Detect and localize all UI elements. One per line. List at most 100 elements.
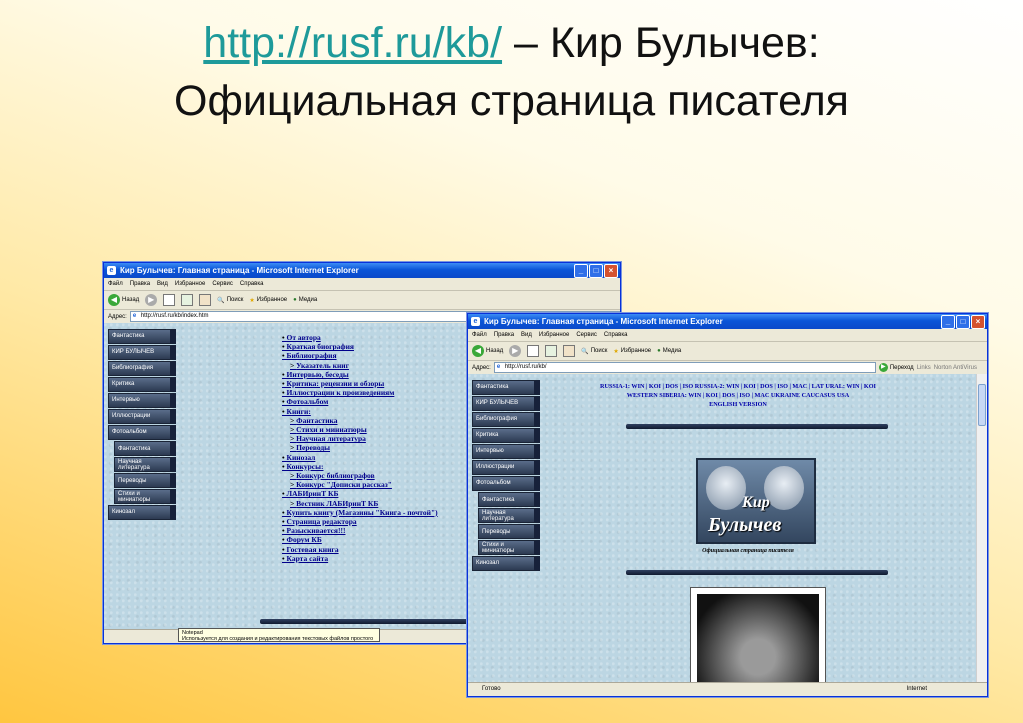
site-link-11[interactable]: Научная литература — [282, 434, 438, 443]
window-titlebar[interactable]: e Кир Булычев: Главная страница - Micros… — [104, 263, 620, 278]
menu-item-2[interactable]: Вид — [157, 278, 168, 290]
favorites-button[interactable]: ★ Избранное — [249, 297, 287, 304]
site-link-18[interactable]: Вестник ЛАБИринТ КБ — [282, 499, 438, 508]
nav-button-3[interactable]: Критика — [108, 377, 176, 392]
nav-sub-button-0[interactable]: Фантастика — [478, 492, 540, 507]
favorites-button[interactable]: ★ Избранное — [613, 348, 651, 355]
nav-sub-button-1[interactable]: Научная литература — [478, 508, 540, 523]
menu-item-0[interactable]: Файл — [108, 278, 123, 290]
site-link-0[interactable]: От автора — [282, 333, 438, 342]
stop-icon[interactable] — [163, 294, 176, 306]
menu-item-4[interactable]: Сервис — [212, 278, 233, 290]
forward-button[interactable]: ▶ — [509, 345, 522, 357]
site-link-12[interactable]: Переводы — [282, 443, 438, 452]
site-link-19[interactable]: Купить книгу (Магазины "Книга - почтой") — [282, 508, 438, 517]
nav-button-kinozal[interactable]: Кинозал — [472, 556, 540, 571]
media-button[interactable]: ● Медиа — [293, 297, 317, 303]
menu-item-1[interactable]: Правка — [130, 278, 150, 290]
menu-item-0[interactable]: Файл — [472, 329, 487, 341]
nav-button-3[interactable]: Критика — [472, 428, 540, 443]
search-button[interactable]: 🔍 Поиск — [581, 348, 607, 355]
media-button[interactable]: ● Медиа — [657, 348, 681, 354]
nav-button-0[interactable]: Фантастика — [108, 329, 176, 344]
encoding-line-2[interactable]: WESTERN SIBERIA: WIN | KOI | DOS | ISO |… — [588, 391, 888, 400]
nav-button-2[interactable]: Библиография — [108, 361, 176, 376]
site-link-16[interactable]: Конкурс "Дописки рассказ" — [282, 480, 438, 489]
nav-button-0[interactable]: Фантастика — [472, 380, 540, 395]
nav-sub-button-2[interactable]: Переводы — [114, 473, 176, 488]
menu-item-5[interactable]: Справка — [604, 329, 628, 341]
search-button[interactable]: 🔍 Поиск — [217, 297, 243, 304]
site-link-2[interactable]: Библиография — [282, 351, 438, 360]
site-link-10[interactable]: Стихи и миниатюры — [282, 425, 438, 434]
site-link-6[interactable]: Иллюстрации к произведениям — [282, 388, 438, 397]
nav-sub-button-2[interactable]: Переводы — [478, 524, 540, 539]
home-icon[interactable] — [563, 345, 576, 357]
site-link-13[interactable]: Кинозал — [282, 453, 438, 462]
site-link-20[interactable]: Страница редактора — [282, 517, 438, 526]
site-link-24[interactable]: Карта сайта — [282, 554, 438, 563]
site-link-14[interactable]: Конкурсы: — [282, 462, 438, 471]
nav-button-6[interactable]: Фотоальбом — [108, 425, 176, 440]
site-link-7[interactable]: Фотоальбом — [282, 397, 438, 406]
encoding-links[interactable]: RUSSIA-1: WIN | KOI | DOS | ISO RUSSIA-2… — [588, 382, 888, 409]
refresh-icon[interactable] — [181, 294, 194, 306]
nav-button-2[interactable]: Библиография — [472, 412, 540, 427]
site-link-23[interactable]: Гостевая книга — [282, 545, 438, 554]
browser-window-home: e Кир Булычев: Главная страница - Micros… — [467, 313, 988, 697]
site-link-4[interactable]: Интервью, беседы — [282, 370, 438, 379]
nav-button-5[interactable]: Иллюстрации — [472, 460, 540, 475]
menu-item-5[interactable]: Справка — [240, 278, 264, 290]
minimize-icon[interactable]: _ — [574, 264, 588, 278]
refresh-icon[interactable] — [545, 345, 558, 357]
scrollbar-thumb[interactable] — [978, 384, 986, 426]
menu-item-4[interactable]: Сервис — [576, 329, 597, 341]
site-link-17[interactable]: ЛАБИринТ КБ — [282, 489, 438, 498]
site-link-3[interactable]: Указатель книг — [282, 361, 438, 370]
menu-item-2[interactable]: Вид — [521, 329, 532, 341]
site-link-5[interactable]: Критика: рецензии и обзоры — [282, 379, 438, 388]
site-link-1[interactable]: Краткая биография — [282, 342, 438, 351]
nav-sub-button-0[interactable]: Фантастика — [114, 441, 176, 456]
maximize-icon[interactable]: □ — [956, 315, 970, 329]
norton-label[interactable]: Norton AntiVirus — [934, 365, 977, 371]
back-arrow-icon: ◀ — [108, 294, 120, 306]
forward-button[interactable]: ▶ — [145, 294, 158, 306]
address-label: Адрес: — [472, 364, 491, 371]
stop-icon[interactable] — [527, 345, 540, 357]
nav-button-kinozal[interactable]: Кинозал — [108, 505, 176, 520]
minimize-icon[interactable]: _ — [941, 315, 955, 329]
nav-button-1[interactable]: КИР БУЛЫЧЕВ — [472, 396, 540, 411]
home-icon[interactable] — [199, 294, 212, 306]
close-icon[interactable]: × — [604, 264, 618, 278]
vertical-scrollbar[interactable] — [976, 374, 987, 682]
close-icon[interactable]: × — [971, 315, 985, 329]
nav-button-4[interactable]: Интервью — [472, 444, 540, 459]
back-button[interactable]: ◀ Назад — [108, 294, 139, 306]
menu-item-3[interactable]: Избранное — [175, 278, 205, 290]
site-link-9[interactable]: Фантастика — [282, 416, 438, 425]
nav-button-6[interactable]: Фотоальбом — [472, 476, 540, 491]
nav-sub-button-1[interactable]: Научная литература — [114, 457, 176, 472]
encoding-line-1[interactable]: RUSSIA-1: WIN | KOI | DOS | ISO RUSSIA-2… — [588, 382, 888, 391]
nav-button-4[interactable]: Интервью — [108, 393, 176, 408]
window-titlebar[interactable]: e Кир Булычев: Главная страница - Micros… — [468, 314, 987, 329]
nav-button-5[interactable]: Иллюстрации — [108, 409, 176, 424]
maximize-icon[interactable]: □ — [589, 264, 603, 278]
status-bar: Готово Internet — [468, 682, 987, 696]
menu-item-3[interactable]: Избранное — [539, 329, 569, 341]
back-button[interactable]: ◀ Назад — [472, 345, 503, 357]
title-link[interactable]: http://rusf.ru/kb/ — [203, 19, 502, 67]
english-version-link[interactable]: ENGLISH VERSION — [588, 400, 888, 409]
nav-sub-button-3[interactable]: Стихи и миниатюры — [114, 489, 176, 504]
site-link-15[interactable]: Конкурс библиографов — [282, 471, 438, 480]
nav-button-1[interactable]: КИР БУЛЫЧЕВ — [108, 345, 176, 360]
menu-item-1[interactable]: Правка — [494, 329, 514, 341]
nav-sub-button-3[interactable]: Стихи и миниатюры — [478, 540, 540, 555]
go-button[interactable]: ▶ Переход — [878, 363, 914, 372]
site-link-22[interactable]: Форум КБ — [282, 535, 438, 544]
address-input[interactable]: http://rusf.ru/kb/ — [493, 362, 876, 373]
site-link-8[interactable]: Книги: — [282, 407, 438, 416]
links-label[interactable]: Links — [917, 365, 931, 371]
site-link-21[interactable]: Разыскивается!!! — [282, 526, 438, 535]
